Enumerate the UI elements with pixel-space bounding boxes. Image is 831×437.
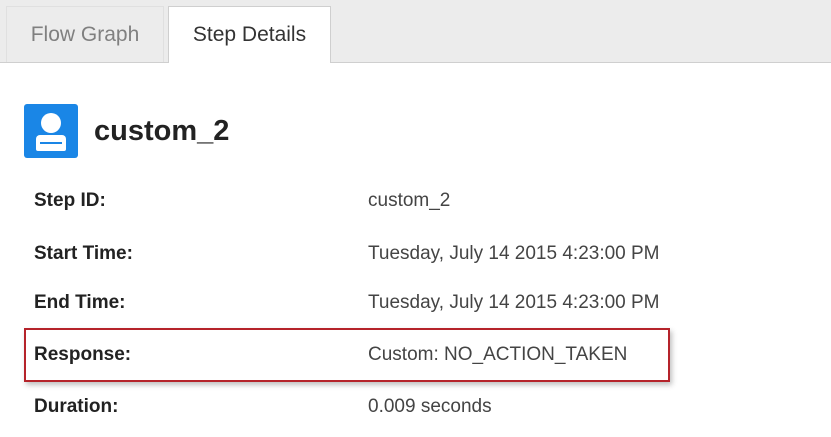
start-time-value: Tuesday, July 14 2015 4:23:00 PM [368,243,660,264]
detail-row-end-time: End Time: Tuesday, July 14 2015 4:23:00 … [34,288,814,318]
end-time-label: End Time: [34,292,126,313]
end-time-value: Tuesday, July 14 2015 4:23:00 PM [368,292,660,313]
step-id-value: custom_2 [368,190,451,211]
detail-row-step-id: Step ID: custom_2 [34,186,814,216]
duration-value: 0.009 seconds [368,396,492,417]
response-value: Custom: NO_ACTION_TAKEN [368,344,628,365]
detail-row-response: Response: Custom: NO_ACTION_TAKEN [34,340,814,370]
person-card-icon [24,104,78,158]
tab-bar: Flow Graph Step Details [0,0,831,63]
step-id-label: Step ID: [34,190,106,211]
duration-label: Duration: [34,396,119,417]
detail-row-duration: Duration: 0.009 seconds [34,392,814,422]
detail-row-start-time: Start Time: Tuesday, July 14 2015 4:23:0… [34,239,814,269]
step-header: custom_2 [24,104,229,158]
start-time-label: Start Time: [34,243,133,264]
tab-step-details[interactable]: Step Details [168,6,331,63]
step-title: custom_2 [94,114,230,147]
tab-flow-graph[interactable]: Flow Graph [6,6,164,62]
response-label: Response: [34,344,132,365]
